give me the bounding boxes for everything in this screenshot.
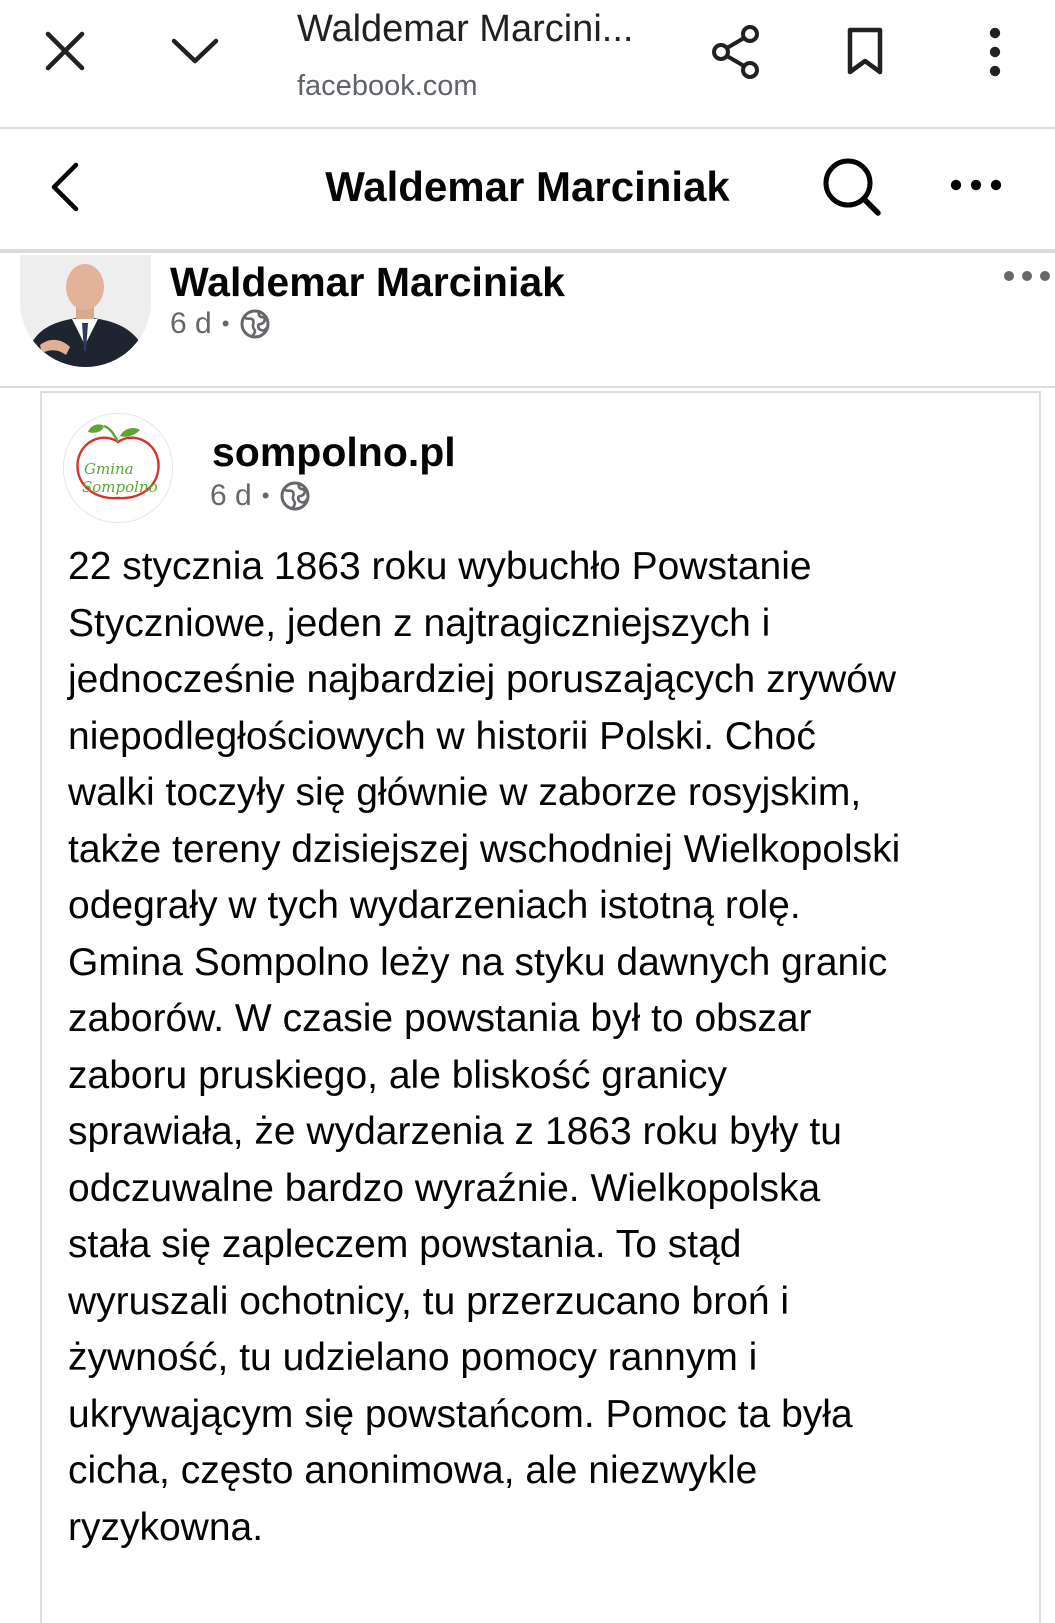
globe-icon (280, 481, 310, 511)
search-icon[interactable] (820, 155, 884, 219)
post-time[interactable]: 6 d (170, 307, 212, 341)
post-text-line: wyruszali ochotnicy, tu przerzucano broń… (68, 1279, 790, 1323)
post-text-line: odczuwalne bardzo wyraźnie. Wielkopolska (68, 1166, 821, 1210)
browser-url: facebook.com (297, 70, 478, 102)
logo-text-line2: Sompolno (82, 478, 158, 496)
shared-post-text: 22 stycznia 1863 roku wybuchło Powstanie… (68, 539, 1028, 1556)
share-icon[interactable] (710, 24, 762, 80)
post-more-icon[interactable] (1003, 269, 1051, 283)
close-icon[interactable] (44, 30, 86, 72)
shared-post-time[interactable]: 6 d (210, 479, 252, 513)
page-logo[interactable]: Gmina Sompolno (63, 413, 173, 523)
meta-separator: • (261, 483, 270, 508)
more-horizontal-icon[interactable] (950, 178, 1002, 192)
meta-separator: • (221, 311, 230, 336)
post-text-line: niepodległościowych w historii Polski. C… (68, 714, 816, 758)
post-text-line: sprawiała, że wydarzenia z 1863 roku był… (68, 1110, 842, 1153)
divider (0, 249, 1055, 253)
post-author[interactable]: Waldemar Marciniak (170, 259, 565, 306)
page-title: Waldemar Marciniak (325, 163, 730, 210)
browser-toolbar: Waldemar Marcini... facebook.com (0, 0, 1055, 129)
bookmark-icon[interactable] (846, 26, 884, 76)
post-meta: 6 d • (170, 307, 271, 341)
more-vert-icon[interactable] (985, 27, 1005, 77)
post-text-line: także tereny dzisiejszej wschodniej Wiel… (68, 827, 901, 871)
gmina-sompolno-logo: Gmina Sompolno (76, 424, 160, 500)
post-text-line: stała się zapleczem powstania. To stąd (68, 1223, 742, 1266)
post-text-line: Gmina Sompolno leży na styku dawnych gra… (68, 940, 888, 984)
avatar[interactable] (20, 255, 151, 367)
chevron-down-icon[interactable] (170, 36, 220, 66)
post-text-line: zaborów. W czasie powstania był to obsza… (68, 997, 812, 1040)
logo-text-line1: Gmina (84, 460, 134, 478)
post-text-line: ryzykowna. (68, 1505, 264, 1549)
avatar-photo (20, 255, 151, 367)
post-text-line: ukrywającym się powstańcom. Pomoc ta był… (68, 1392, 853, 1436)
shared-post-card[interactable]: Gmina Sompolno sompolno.pl 6 d • 22 styc… (40, 391, 1041, 1623)
divider (0, 386, 1055, 388)
post-text-line: cicha, często anonimowa, ale niezwykle (68, 1449, 758, 1492)
post-text-line: walki toczyły się głównie w zaborze rosy… (68, 771, 862, 814)
post-text-line: jednocześnie najbardziej poruszających z… (68, 658, 897, 701)
globe-icon (240, 309, 270, 339)
shared-page-name[interactable]: sompolno.pl (212, 429, 456, 476)
browser-page-title: Waldemar Marcini... (297, 8, 634, 50)
page-header: Waldemar Marciniak (0, 129, 1055, 253)
shared-post-meta: 6 d • (210, 479, 311, 513)
post-text-line: żywność, tu udzielano pomocy rannym i (68, 1336, 758, 1379)
post-text-line: 22 stycznia 1863 roku wybuchło Powstanie (68, 545, 812, 588)
post-header: Waldemar Marciniak 6 d • (0, 255, 1055, 388)
post-text-line: zaboru pruskiego, ale bliskość granicy (68, 1053, 728, 1097)
post-text-line: Styczniowe, jeden z najtragiczniejszych … (68, 601, 771, 645)
post-text-line: odegrały w tych wydarzeniach istotną rol… (68, 884, 801, 927)
